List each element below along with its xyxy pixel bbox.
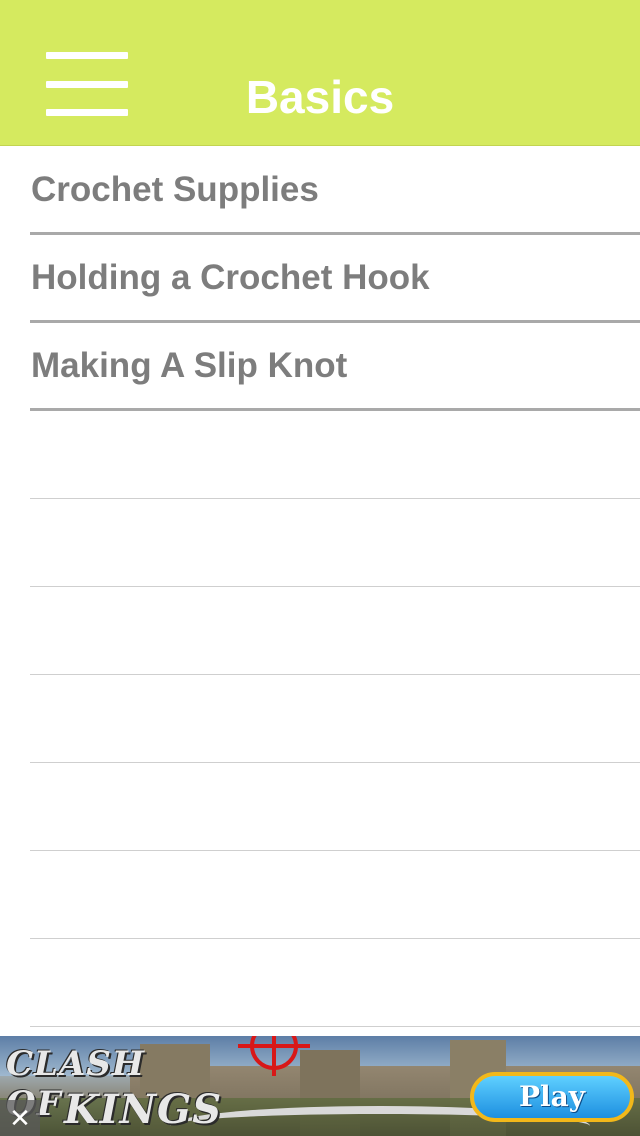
- empty-list-row: [30, 411, 640, 499]
- list-item-making-a-slip-knot[interactable]: Making A Slip Knot: [30, 323, 640, 411]
- empty-list-row: [30, 851, 640, 939]
- empty-list-row: [30, 763, 640, 851]
- empty-list-row: [30, 939, 640, 1027]
- page-title: Basics: [245, 71, 395, 123]
- ad-close-icon[interactable]: ✕: [0, 1100, 40, 1136]
- list-item-label: Holding a Crochet Hook: [31, 258, 430, 297]
- crosshair-line: [272, 1036, 276, 1076]
- empty-list-row: [30, 499, 640, 587]
- empty-list-row: [30, 675, 640, 763]
- empty-list-row: [30, 587, 640, 675]
- ad-banner[interactable]: CLASH OF KINGS Play: [0, 1036, 640, 1136]
- ad-play-button[interactable]: Play: [470, 1072, 634, 1122]
- list-item-holding-a-crochet-hook[interactable]: Holding a Crochet Hook: [30, 235, 640, 323]
- list-item-label: Crochet Supplies: [31, 170, 319, 209]
- crosshair-icon: [238, 1036, 310, 1088]
- topic-list: Crochet Supplies Holding a Crochet Hook …: [0, 147, 640, 1036]
- nav-bar: Basics: [0, 0, 640, 146]
- menu-line: [46, 52, 128, 59]
- ad-logo-line2: KINGS: [64, 1086, 223, 1133]
- list-item-label: Making A Slip Knot: [31, 346, 348, 385]
- list-item-crochet-supplies[interactable]: Crochet Supplies: [30, 147, 640, 235]
